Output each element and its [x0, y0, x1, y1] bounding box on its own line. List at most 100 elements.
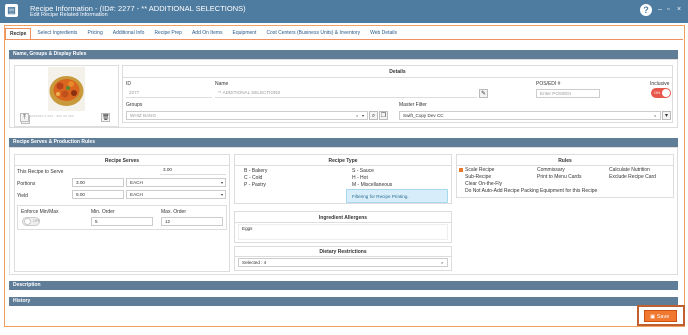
save-label: Save [656, 314, 670, 320]
yield-chevron-icon: ▾ [221, 192, 224, 197]
tab-add-on-items[interactable]: Add On Items [188, 28, 227, 39]
rule-label: Scale Recipe [465, 167, 495, 173]
edit-name-icon[interactable]: ✎ [479, 89, 488, 98]
allergens-title: Ingredient Allergens [318, 215, 368, 221]
serve-input[interactable]: 3.00 [160, 166, 226, 175]
groups-label: Groups [126, 102, 143, 108]
section-header-name-groups[interactable]: Name, Groups & Display Rules [9, 50, 678, 59]
type-divider [234, 165, 452, 166]
master-filter-clear-icon[interactable]: × [654, 113, 656, 118]
pos-input[interactable]: Enter POS/EDI [536, 89, 600, 98]
id-label: ID [126, 81, 131, 87]
section-header-description[interactable]: Description [9, 281, 678, 290]
dietary-title: Dietary Restrictions [319, 249, 367, 255]
recipe-serves-title: Recipe Serves [104, 158, 140, 164]
yield-input[interactable]: 9.00 [72, 190, 124, 199]
portions-unit-select[interactable]: EACH [126, 178, 226, 187]
dietary-clear-icon[interactable]: × [441, 260, 443, 265]
type-hot[interactable]: H - Hot [352, 175, 368, 181]
type-misc[interactable]: M - Miscellaneous [352, 182, 392, 188]
groups-clear-icon[interactable]: × [356, 113, 358, 118]
serve-label: This Recipe to Serve [17, 169, 64, 175]
minimize-icon[interactable]: – [658, 5, 662, 14]
recipe-photo[interactable] [48, 67, 85, 111]
master-filter-label: Master Filter [399, 102, 427, 108]
rule-sub-recipe[interactable]: Sub-Recipe [465, 174, 491, 180]
tab-recipe-prep[interactable]: Recipe Prep [150, 28, 186, 39]
name-input[interactable]: ** ADDITIONAL SELECTIONS [215, 89, 477, 98]
tab-equipment[interactable]: Equipment [229, 28, 261, 39]
min-order-input[interactable]: 5 [91, 217, 153, 226]
recipe-book-icon: ▤ [5, 4, 18, 17]
dietary-divider [234, 256, 452, 257]
groups-copy-icon[interactable]: ❐ [379, 111, 388, 120]
allergens-input[interactable]: Eggs [238, 224, 448, 240]
toggle-on-text: ON [654, 90, 660, 95]
delete-image-button[interactable]: 🗑 [101, 113, 110, 122]
groups-select[interactable]: WHIZ BANG [126, 111, 368, 120]
toggle-off-text: OFF [33, 219, 41, 223]
checkbox-checked-icon[interactable] [459, 167, 463, 172]
yield-label: Yield [17, 193, 28, 199]
master-filter-chevron-icon[interactable]: ▾ [662, 111, 671, 120]
type-pastry[interactable]: P - Pastry [244, 182, 266, 188]
save-dropdown-icon[interactable]: ▾ [654, 326, 657, 332]
max-order-label: Max. Order [161, 209, 187, 215]
groups-search-icon[interactable]: ⌕ [369, 111, 378, 120]
portions-input[interactable]: 3.00 [72, 178, 124, 187]
inclusive-toggle[interactable]: ON [651, 88, 671, 98]
rule-print-menu-cards[interactable]: Print to Menu Cards [537, 174, 581, 180]
upload-button[interactable]: ⤒ [20, 113, 29, 122]
min-order-label: Min. Order [91, 209, 115, 215]
close-icon[interactable]: × [677, 5, 681, 14]
chevron-down-icon[interactable]: ▾ [362, 113, 364, 118]
type-bakery[interactable]: B - Bakery [244, 168, 267, 174]
inclusive-label: Inclusive [650, 81, 670, 87]
save-button[interactable]: ▣ Save ▾ [644, 310, 677, 332]
tab-pricing[interactable]: Pricing [83, 28, 106, 39]
details-divider [122, 77, 673, 78]
save-disk-icon: ▣ [650, 314, 656, 320]
portions-chevron-icon: ▾ [221, 180, 224, 185]
section-header-serves[interactable]: Recipe Serves & Production Rules [9, 138, 678, 147]
title-bar: ▤ Recipe Information - (ID#: 2277 - ** A… [0, 0, 688, 23]
rule-scale-recipe[interactable]: Scale Recipe [459, 167, 494, 173]
pos-label: POS/EDI # [536, 81, 561, 87]
toggle-knob-off [24, 218, 31, 225]
recipe-type-title: Recipe Type [328, 158, 358, 164]
section-header-history[interactable]: History [9, 297, 678, 306]
type-cold[interactable]: C - Cold [244, 175, 262, 181]
rules-divider [456, 165, 674, 166]
rules-title: Rules [558, 158, 572, 164]
tab-bar: Recipe Select Ingredients Pricing Additi… [5, 28, 403, 39]
allergens-divider [234, 222, 452, 223]
filter-note-box: Filtering for Recipe Printing. [346, 189, 448, 203]
tab-web-details[interactable]: Web Details [366, 28, 401, 39]
maximize-icon[interactable]: ▫ [667, 5, 669, 14]
max-order-input[interactable]: 12 [161, 217, 223, 226]
rule-calculate-nutrition[interactable]: Calculate Nutrition [609, 167, 650, 173]
enforce-label: Enforce Min/Max [21, 209, 59, 215]
tab-select-ingredients[interactable]: Select Ingredients [33, 28, 81, 39]
master-filter-select[interactable]: Swift_Copy Dev CC [399, 111, 661, 120]
rule-no-auto-add[interactable]: Do Not Auto-Add Recipe Packing Equipment… [465, 188, 597, 194]
help-icon[interactable]: ? [640, 4, 652, 16]
image-caption: xxxxxxx x xxx · xxx xx xxx [30, 114, 74, 118]
rule-clear-on-the-fly[interactable]: Clear On-the-Fly [465, 181, 502, 187]
rule-exclude-recipe-card[interactable]: Exclude Recipe Card [609, 174, 656, 180]
tab-recipe[interactable]: Recipe [5, 28, 32, 39]
enforce-toggle[interactable]: OFF [22, 217, 40, 226]
yield-unit-select[interactable]: EACH [126, 190, 226, 199]
window-subtitle: Edit Recipe Related Information [30, 12, 108, 18]
toggle-knob [662, 89, 670, 97]
rule-commissary[interactable]: Commissary [537, 167, 565, 173]
tab-cost-centers[interactable]: Cost Centers (Business Units) & Inventor… [262, 28, 364, 39]
type-sauce[interactable]: S - Sauce [352, 168, 374, 174]
details-title: Details [389, 69, 406, 75]
portions-label: Portions [17, 181, 36, 187]
tab-additional-info[interactable]: Additional Info [109, 28, 149, 39]
name-label: Name [215, 81, 229, 87]
id-field: 2277 [126, 89, 212, 98]
tab-divider [5, 39, 683, 40]
dietary-select[interactable]: Selected : 4 [238, 258, 448, 267]
